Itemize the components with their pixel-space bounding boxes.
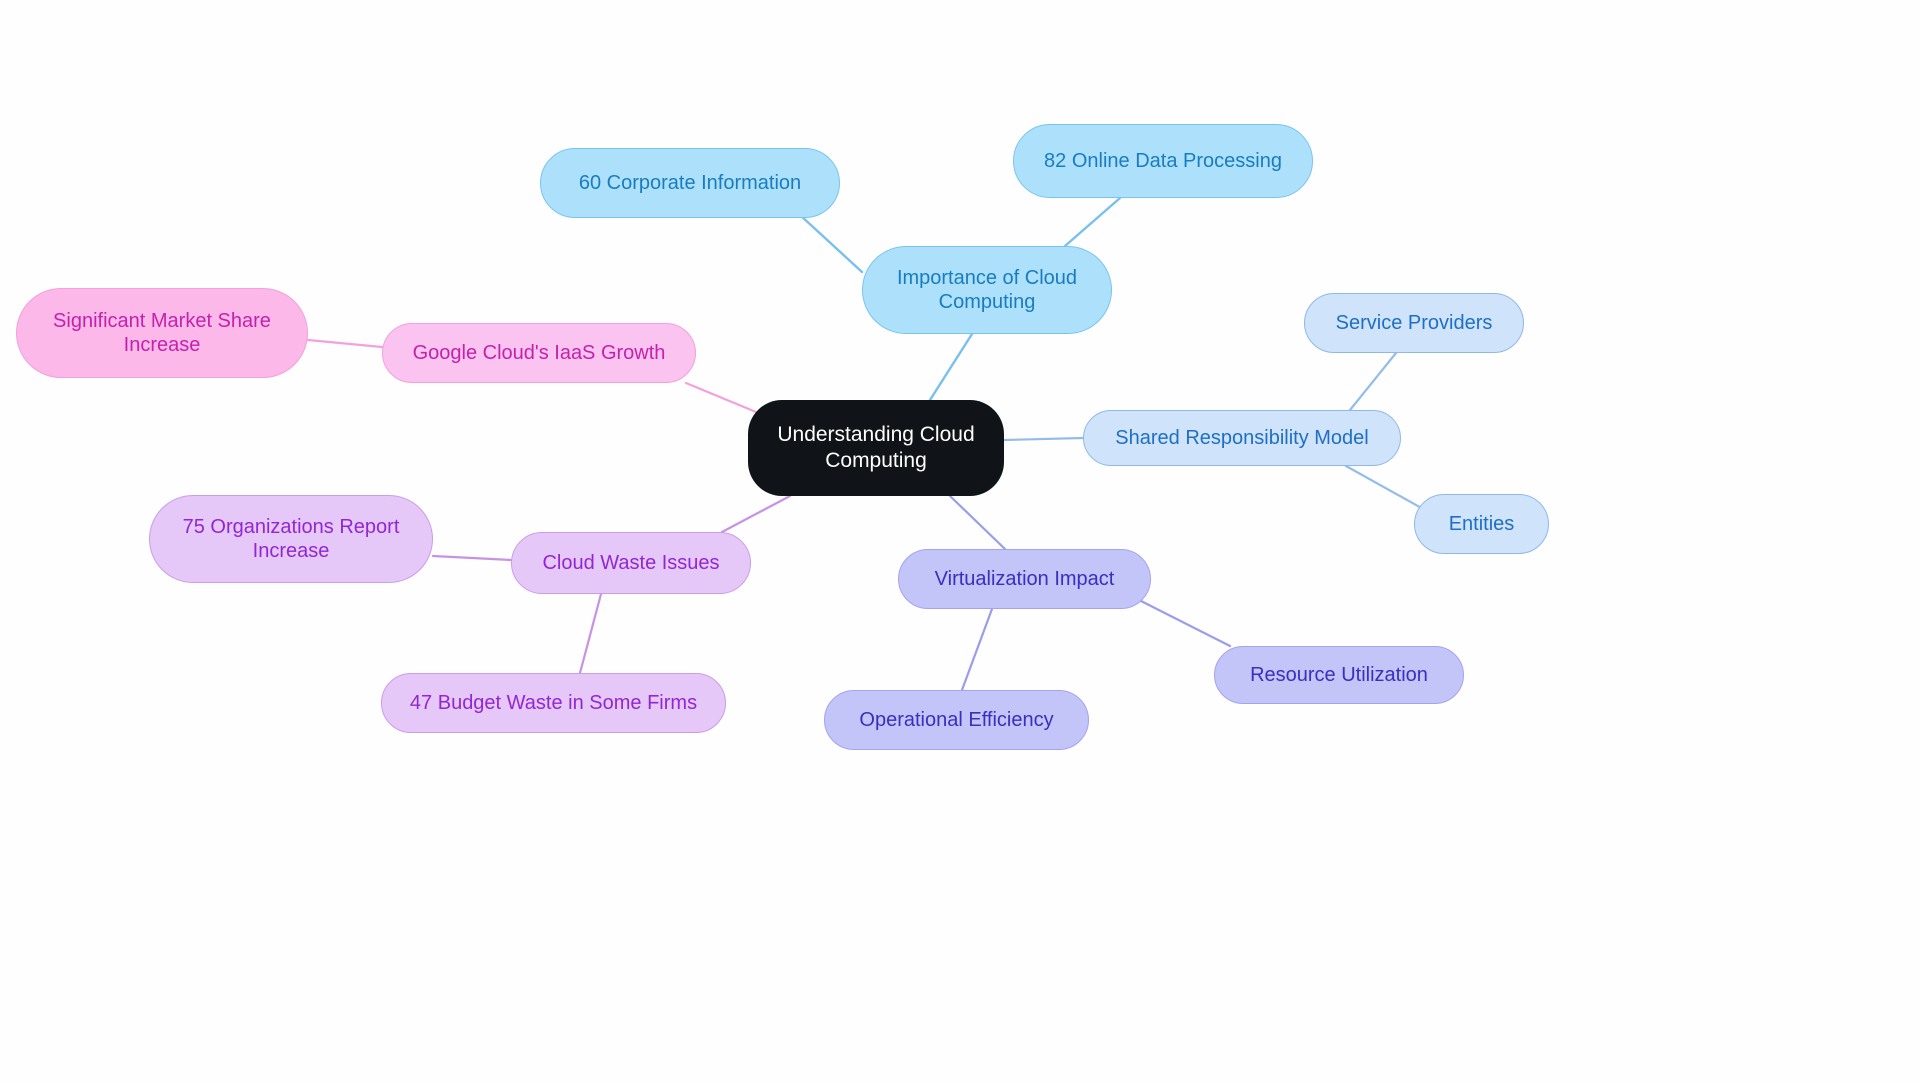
mindmap-node-label-online-data-processing: 82 Online Data Processing [1044,149,1282,172]
mindmap-canvas: Understanding Cloud Computing Importance … [0,0,1920,1083]
mindmap-node-significant-market-share-increase[interactable]: Significant Market Share Increase [16,288,308,378]
mindmap-node-organizations-report-increase[interactable]: 75 Organizations Report Increase [149,495,433,583]
mindmap-node-label-operational-efficiency: Operational Efficiency [859,708,1054,731]
edge-root-to-virtualization-impact [948,494,1007,551]
mindmap-node-label-shared-responsibility-model: Shared Responsibility Model [1115,426,1369,449]
edge-virtualization-impact-to-resource-utilization [1139,599,1232,648]
edge-importance-to-corporate-information [798,213,864,274]
edge-root-to-shared-responsibility-model [1002,436,1085,442]
edge-google-cloud-iaas-growth-to-significant-market-share-increase [306,338,384,349]
mindmap-node-label-importance: Importance of Cloud Computing [896,266,1078,313]
mindmap-node-importance[interactable]: Importance of Cloud Computing [862,246,1112,334]
mindmap-node-label-organizations-report-increase: 75 Organizations Report Increase [182,515,400,562]
mindmap-node-online-data-processing[interactable]: 82 Online Data Processing [1013,124,1313,198]
mindmap-node-google-cloud-iaas-growth[interactable]: Google Cloud's IaaS Growth [382,323,696,383]
mindmap-node-root[interactable]: Understanding Cloud Computing [748,400,1004,496]
edge-cloud-waste-issues-to-organizations-report-increase [431,554,513,562]
mindmap-node-label-corporate-information: 60 Corporate Information [578,171,802,194]
edge-shared-responsibility-model-to-entities [1344,464,1427,512]
edge-root-to-cloud-waste-issues [720,494,792,534]
edge-virtualization-impact-to-operational-efficiency [960,607,994,692]
mindmap-node-label-significant-market-share-increase: Significant Market Share Increase [53,309,271,356]
mindmap-node-label-service-providers: Service Providers [1335,311,1493,334]
mindmap-node-operational-efficiency[interactable]: Operational Efficiency [824,690,1089,750]
mindmap-node-service-providers[interactable]: Service Providers [1304,293,1524,353]
mindmap-node-label-google-cloud-iaas-growth: Google Cloud's IaaS Growth [412,341,666,364]
mindmap-node-entities[interactable]: Entities [1414,494,1549,554]
mindmap-node-label-cloud-waste-issues: Cloud Waste Issues [542,551,720,574]
mindmap-node-label-entities: Entities [1448,512,1515,535]
mindmap-node-budget-waste-some-firms[interactable]: 47 Budget Waste in Some Firms [381,673,726,733]
mindmap-node-shared-responsibility-model[interactable]: Shared Responsibility Model [1083,410,1401,466]
edge-root-to-google-cloud-iaas-growth [684,381,758,414]
edge-shared-responsibility-model-to-service-providers [1348,351,1398,412]
mindmap-node-label-budget-waste-some-firms: 47 Budget Waste in Some Firms [409,691,698,714]
mindmap-node-resource-utilization[interactable]: Resource Utilization [1214,646,1464,704]
mindmap-node-label-root: Understanding Cloud Computing [777,423,975,472]
edge-importance-to-online-data-processing [1063,196,1122,248]
edge-cloud-waste-issues-to-budget-waste-some-firms [578,592,603,675]
mindmap-node-label-virtualization-impact: Virtualization Impact [934,567,1115,590]
mindmap-node-corporate-information[interactable]: 60 Corporate Information [540,148,840,218]
mindmap-node-virtualization-impact[interactable]: Virtualization Impact [898,549,1151,609]
mindmap-node-cloud-waste-issues[interactable]: Cloud Waste Issues [511,532,751,594]
mindmap-node-label-resource-utilization: Resource Utilization [1250,663,1428,686]
edge-root-to-importance [928,332,974,402]
